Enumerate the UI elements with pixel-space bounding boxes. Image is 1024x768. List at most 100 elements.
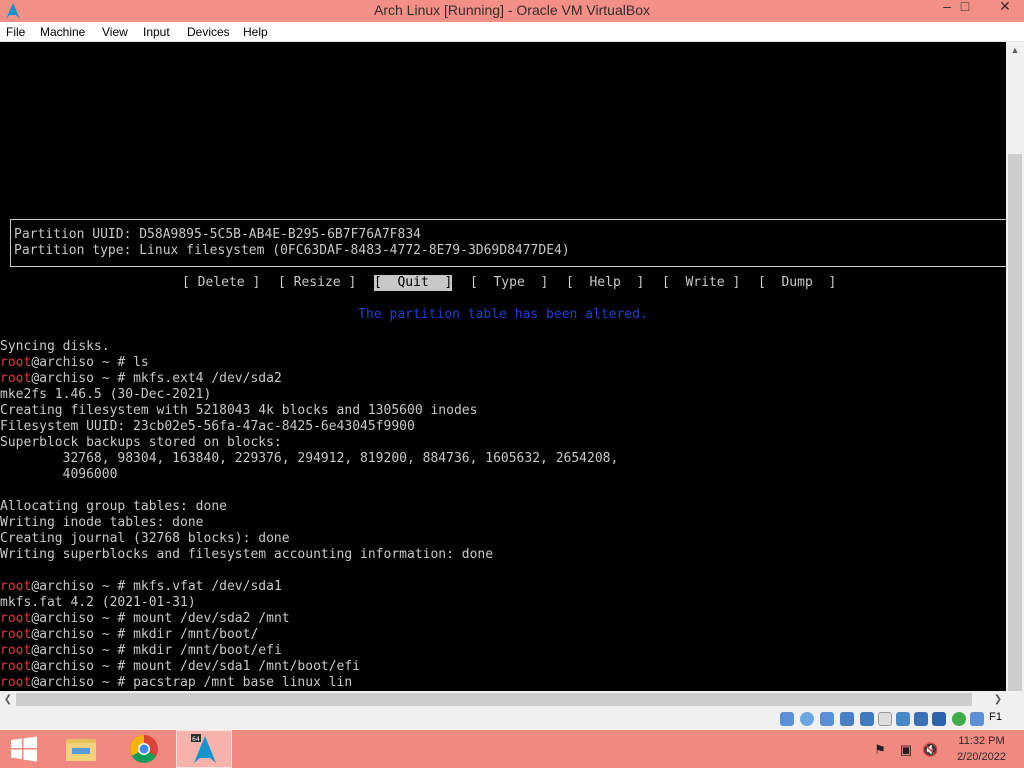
windows-start-icon[interactable] bbox=[10, 736, 38, 762]
prompt-host: @archiso ~ # bbox=[31, 659, 134, 674]
menu-file[interactable]: File bbox=[6, 22, 25, 42]
command-text: mkdir /mnt/boot/efi bbox=[133, 643, 282, 658]
prompt-user: root bbox=[0, 371, 32, 386]
partition-type-line: Partition type: Linux filesystem (0FC63D… bbox=[14, 243, 570, 258]
partition-info-box: Partition UUID: D58A9895-5C5B-AB4E-B295-… bbox=[10, 219, 1006, 267]
clock-date: 2/20/2022 bbox=[957, 751, 1006, 763]
terminal-output-line: mkfs.fat 4.2 (2021-01-31) bbox=[0, 595, 196, 610]
menu-help[interactable]: Help bbox=[243, 22, 268, 42]
command-text: mount /dev/sda2 /mnt bbox=[133, 611, 290, 626]
menu-view[interactable]: View bbox=[102, 22, 128, 42]
host-key-label: F1 bbox=[989, 711, 1002, 723]
keyboard-icon[interactable] bbox=[970, 712, 984, 726]
svg-text:64: 64 bbox=[192, 736, 200, 743]
recording-icon[interactable] bbox=[914, 712, 928, 726]
vm-status-bar: F1 bbox=[0, 709, 1024, 730]
prompt-host: @archiso ~ # bbox=[31, 627, 134, 642]
audio-icon[interactable] bbox=[820, 712, 834, 726]
prompt-user: root bbox=[0, 579, 32, 594]
command-text: ls bbox=[133, 355, 149, 370]
volume-muted-icon[interactable]: 🔇 bbox=[922, 742, 938, 758]
terminal-command-line: root@archiso ~ # ls bbox=[0, 355, 618, 371]
terminal-command-line: root@archiso ~ # mount /dev/sda1 /mnt/bo… bbox=[0, 659, 618, 675]
horizontal-scroll-thumb[interactable] bbox=[16, 693, 972, 706]
prompt-host: @archiso ~ # bbox=[31, 675, 134, 690]
display-icon[interactable] bbox=[896, 712, 910, 726]
command-text: mkfs.ext4 /dev/sda2 bbox=[133, 371, 282, 386]
command-text: pacstrap /mnt base linux lin bbox=[133, 675, 353, 690]
command-text: mkdir /mnt/boot/ bbox=[133, 627, 259, 642]
terminal-output-line: Creating filesystem with 5218043 4k bloc… bbox=[0, 403, 478, 418]
terminal-output-line: Syncing disks. bbox=[0, 339, 110, 354]
fdisk-resize-button[interactable]: [ Resize ] bbox=[278, 275, 356, 291]
virtualbox-icon[interactable]: 64 bbox=[176, 730, 232, 768]
terminal-output-line: Creating journal (32768 blocks): done bbox=[0, 531, 290, 546]
prompt-user: root bbox=[0, 675, 32, 690]
terminal-output-line: Superblock backups stored on blocks: bbox=[0, 435, 282, 450]
prompt-host: @archiso ~ # bbox=[31, 355, 134, 370]
vt-x-icon[interactable] bbox=[932, 712, 946, 726]
prompt-host: @archiso ~ # bbox=[31, 371, 134, 386]
file-explorer-icon[interactable] bbox=[52, 730, 108, 768]
fdisk-menu: [ Delete ] [ Resize ] [ Quit ] [ Type ] … bbox=[0, 275, 1006, 293]
optical-disk-icon[interactable] bbox=[800, 712, 814, 726]
fdisk-status-message: The partition table has been altered. bbox=[358, 307, 648, 322]
taskbar-clock[interactable]: 11:32 PM 2/20/2022 bbox=[957, 733, 1006, 765]
command-text: mkfs.vfat /dev/sda1 bbox=[133, 579, 282, 594]
menu-bar: File Machine View Input Devices Help bbox=[0, 22, 1024, 42]
terminal-output[interactable]: Syncing disks. root@archiso ~ # ls root@ar… bbox=[0, 339, 618, 691]
vm-display[interactable]: Partition UUID: D58A9895-5C5B-AB4E-B295-… bbox=[0, 42, 1006, 691]
terminal-output-line: Writing inode tables: done bbox=[0, 515, 204, 530]
prompt-user: root bbox=[0, 643, 32, 658]
terminal-command-line: root@archiso ~ # mkfs.vfat /dev/sda1 bbox=[0, 579, 618, 595]
menu-input[interactable]: Input bbox=[143, 22, 170, 42]
scroll-right-icon[interactable]: ❯ bbox=[990, 691, 1006, 709]
fdisk-type-button[interactable]: [ Type ] bbox=[470, 275, 548, 291]
menu-devices[interactable]: Devices bbox=[187, 22, 230, 42]
vertical-scroll-thumb[interactable] bbox=[1008, 154, 1022, 691]
prompt-user: root bbox=[0, 611, 32, 626]
partition-uuid-line: Partition UUID: D58A9895-5C5B-AB4E-B295-… bbox=[14, 227, 421, 242]
windows-taskbar: 64 ⚑ ▣ 🔇 11:32 PM 2/20/2022 bbox=[0, 730, 1024, 768]
horizontal-scrollbar[interactable]: ❮ ❯ bbox=[0, 691, 1024, 709]
fdisk-help-button[interactable]: [ Help ] bbox=[566, 275, 644, 291]
fdisk-delete-button[interactable]: [ Delete ] bbox=[182, 275, 260, 291]
terminal-command-line: root@archiso ~ # mkdir /mnt/boot/ bbox=[0, 627, 618, 643]
fdisk-write-button[interactable]: [ Write ] bbox=[662, 275, 740, 291]
maximize-button[interactable]: □ bbox=[952, 0, 978, 18]
terminal-command-line: root@archiso ~ # mkdir /mnt/boot/efi bbox=[0, 643, 618, 659]
usb-icon[interactable] bbox=[860, 712, 874, 726]
action-center-flag-icon[interactable]: ⚑ bbox=[872, 742, 888, 758]
terminal-command-line: root@archiso ~ # mkfs.ext4 /dev/sda2 bbox=[0, 371, 618, 387]
chrome-icon[interactable] bbox=[116, 730, 172, 768]
vertical-scrollbar[interactable]: ▲ bbox=[1006, 42, 1024, 691]
scroll-left-icon[interactable]: ❮ bbox=[0, 691, 16, 709]
scroll-up-icon[interactable]: ▲ bbox=[1006, 42, 1024, 58]
terminal-output-line: Writing superblocks and filesystem accou… bbox=[0, 547, 494, 562]
window-title: Arch Linux [Running] - Oracle VM Virtual… bbox=[374, 2, 650, 18]
terminal-command-line: root@archiso ~ # pacstrap /mnt base linu… bbox=[0, 675, 618, 691]
terminal-output-line: 4096000 bbox=[0, 467, 118, 482]
hard-disk-icon[interactable] bbox=[780, 712, 794, 726]
prompt-host: @archiso ~ # bbox=[31, 611, 134, 626]
network-icon[interactable] bbox=[840, 712, 854, 726]
prompt-host: @archiso ~ # bbox=[31, 579, 134, 594]
fdisk-quit-button[interactable]: [ Quit ] bbox=[374, 275, 453, 291]
fdisk-dump-button[interactable]: [ Dump ] bbox=[758, 275, 836, 291]
terminal-output-line: Allocating group tables: done bbox=[0, 499, 227, 514]
prompt-user: root bbox=[0, 627, 32, 642]
prompt-user: root bbox=[0, 659, 32, 674]
window-titlebar[interactable]: Arch Linux [Running] - Oracle VM Virtual… bbox=[0, 0, 1024, 22]
clock-time: 11:32 PM bbox=[958, 735, 1005, 747]
network-icon[interactable]: ▣ bbox=[898, 742, 914, 758]
prompt-user: root bbox=[0, 355, 32, 370]
terminal-command-line: root@archiso ~ # mount /dev/sda2 /mnt bbox=[0, 611, 618, 627]
command-text: mount /dev/sda1 /mnt/boot/efi bbox=[133, 659, 361, 674]
mouse-integration-icon[interactable] bbox=[952, 712, 966, 726]
terminal-output-line: Filesystem UUID: 23cb02e5-56fa-47ac-8425… bbox=[0, 419, 415, 434]
shared-folder-icon[interactable] bbox=[878, 712, 892, 726]
close-button[interactable]: ✕ bbox=[992, 0, 1018, 18]
menu-machine[interactable]: Machine bbox=[40, 22, 85, 42]
